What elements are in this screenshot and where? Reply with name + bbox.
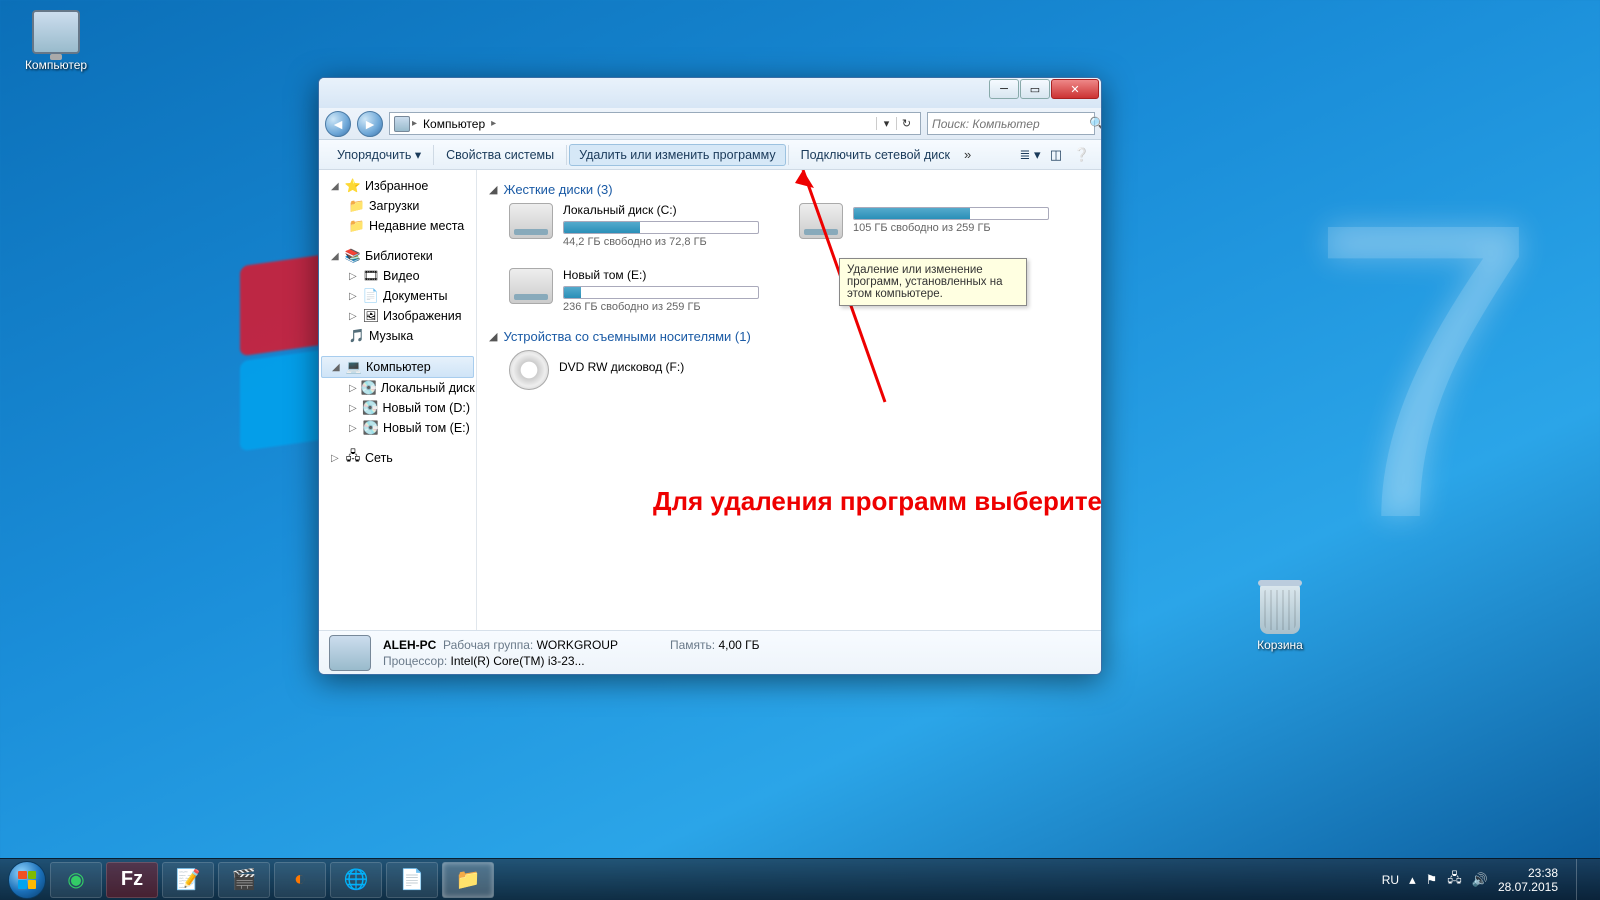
clock[interactable]: 23:38 28.07.2015 <box>1498 866 1558 894</box>
video-icon: 🎞 <box>363 268 379 284</box>
preview-pane-button[interactable]: ◫ <box>1045 144 1067 166</box>
dvd-icon <box>509 350 549 390</box>
tree-pictures[interactable]: ▷🖼Изображения <box>319 306 476 326</box>
language-indicator[interactable]: RU <box>1382 873 1399 887</box>
tree-computer[interactable]: ◢💻Компьютер <box>321 356 474 378</box>
tree-recent[interactable]: 📁Недавние места <box>319 216 476 236</box>
tooltip: Удаление или изменение программ, установ… <box>839 258 1027 306</box>
tree-libraries[interactable]: ◢📚Библиотеки <box>319 246 476 266</box>
capacity-bar <box>563 286 759 299</box>
tree-video[interactable]: ▷🎞Видео <box>319 266 476 286</box>
minimize-button[interactable]: ─ <box>989 79 1019 99</box>
explorer-window: ─ ▭ ✕ ◄ ► ▸ Компьютер ▸ ▾ ↻ 🔍 Упорядочит… <box>318 77 1102 675</box>
drive-e[interactable]: Новый том (E:) 236 ГБ свободно из 259 ГБ <box>509 268 759 313</box>
details-pane: ALEH-PC Рабочая группа: WORKGROUP Процес… <box>319 630 1101 674</box>
taskbar: ◉ Fz 📝 🎬 ◐ 🌐 📄 📁 RU ▴ ⚑ 🖧 🔊 23:38 28.07.… <box>0 858 1600 900</box>
taskbar-media[interactable]: 🎬 <box>218 862 270 898</box>
wallpaper-seven: 7 <box>1306 130 1540 613</box>
system-properties-button[interactable]: Свойства системы <box>436 144 564 166</box>
library-icon: 📚 <box>345 248 361 264</box>
recycle-bin-icon <box>1260 584 1300 634</box>
capacity-bar <box>853 207 1049 220</box>
address-bar[interactable]: ▸ Компьютер ▸ ▾ ↻ <box>389 112 921 135</box>
network-icon[interactable]: 🖧 <box>1447 869 1462 891</box>
desktop-icon-computer[interactable]: Компьютер <box>16 10 96 72</box>
nav-tree: ◢⭐Избранное 📁Загрузки 📁Недавние места ◢📚… <box>319 170 477 630</box>
system-tray: RU ▴ ⚑ 🖧 🔊 23:38 28.07.2015 <box>1382 859 1594 900</box>
star-icon: ⭐ <box>345 178 361 194</box>
drive-c[interactable]: Локальный диск (C:) 44,2 ГБ свободно из … <box>509 203 759 248</box>
view-options-button[interactable]: ≣ ▾ <box>1019 144 1041 166</box>
computer-icon <box>329 635 371 671</box>
picture-icon: 🖼 <box>363 308 379 324</box>
start-button[interactable] <box>6 859 48 900</box>
volume-icon[interactable]: 🔊 <box>1472 872 1488 888</box>
tree-documents[interactable]: ▷📄Документы <box>319 286 476 306</box>
music-icon: 🎵 <box>349 328 365 344</box>
annotation-text: Для удаления программ выберите <box>653 486 1101 517</box>
help-button[interactable]: ❔ <box>1071 144 1093 166</box>
network-icon: 🖧 <box>345 450 361 466</box>
close-button[interactable]: ✕ <box>1051 79 1099 99</box>
toolbar: Упорядочить ▾ Свойства системы Удалить и… <box>319 140 1101 170</box>
back-button[interactable]: ◄ <box>325 111 351 137</box>
taskbar-explorer[interactable]: 📁 <box>442 862 494 898</box>
drive-icon: 💽 <box>363 400 379 416</box>
section-removable[interactable]: ◢Устройства со съемными носителями (1) <box>489 325 1089 350</box>
toolbar-overflow-icon[interactable]: » <box>960 147 975 162</box>
tree-favorites[interactable]: ◢⭐Избранное <box>319 176 476 196</box>
drive-icon <box>509 203 553 239</box>
taskbar-notepad[interactable]: 📝 <box>162 862 214 898</box>
breadcrumb-computer[interactable]: Компьютер <box>419 117 489 131</box>
drive-icon <box>509 268 553 304</box>
uninstall-program-button[interactable]: Удалить или изменить программу <box>569 144 786 166</box>
computer-icon: 💻 <box>346 359 362 375</box>
tree-music[interactable]: 🎵Музыка <box>319 326 476 346</box>
nav-bar: ◄ ► ▸ Компьютер ▸ ▾ ↻ 🔍 <box>319 108 1101 140</box>
action-center-icon[interactable]: ⚑ <box>1426 872 1438 888</box>
drive-d[interactable]: 105 ГБ свободно из 259 ГБ <box>799 203 1049 248</box>
capacity-bar <box>563 221 759 234</box>
taskbar-app[interactable]: ◉ <box>50 862 102 898</box>
drive-icon <box>799 203 843 239</box>
folder-icon: 📁 <box>349 218 365 234</box>
desktop-icon-label: Корзина <box>1240 638 1320 652</box>
section-hard-disks[interactable]: ◢Жесткие диски (3) <box>489 178 1089 203</box>
breadcrumb-arrow-icon[interactable]: ▸ <box>489 118 498 129</box>
taskbar-filezilla[interactable]: Fz <box>106 862 158 898</box>
search-icon[interactable]: 🔍 <box>1089 116 1102 132</box>
search-input[interactable] <box>932 117 1089 131</box>
document-icon: 📄 <box>363 288 379 304</box>
computer-icon <box>394 116 410 132</box>
desktop-icon-recycle[interactable]: Корзина <box>1240 584 1320 652</box>
tree-drive-e[interactable]: ▷💽Новый том (E:) <box>319 418 476 438</box>
tree-downloads[interactable]: 📁Загрузки <box>319 196 476 216</box>
refresh-button[interactable]: ↻ <box>896 117 916 130</box>
taskbar-writer[interactable]: 📄 <box>386 862 438 898</box>
drive-dvd[interactable]: DVD RW дисковод (F:) <box>509 350 759 390</box>
taskbar-chrome[interactable]: 🌐 <box>330 862 382 898</box>
forward-button[interactable]: ► <box>357 111 383 137</box>
address-dropdown-icon[interactable]: ▾ <box>876 117 896 130</box>
drive-icon: 💽 <box>361 380 377 396</box>
map-drive-button[interactable]: Подключить сетевой диск <box>791 144 960 166</box>
desktop-icon-label: Компьютер <box>16 58 96 72</box>
breadcrumb-arrow-icon[interactable]: ▸ <box>410 118 419 129</box>
tree-drive-d[interactable]: ▷💽Новый том (D:) <box>319 398 476 418</box>
titlebar[interactable]: ─ ▭ ✕ <box>319 78 1101 108</box>
monitor-icon <box>32 10 80 54</box>
tree-drive-c[interactable]: ▷💽Локальный диск (C:) <box>319 378 476 398</box>
show-desktop-button[interactable] <box>1576 859 1588 900</box>
search-box[interactable]: 🔍 <box>927 112 1095 135</box>
taskbar-app2[interactable]: ◐ <box>274 862 326 898</box>
tree-network[interactable]: ▷🖧Сеть <box>319 448 476 468</box>
organize-button[interactable]: Упорядочить ▾ <box>327 143 431 166</box>
folder-icon: 📁 <box>349 198 365 214</box>
content-pane: ◢Жесткие диски (3) Локальный диск (C:) 4… <box>477 170 1101 630</box>
drive-icon: 💽 <box>363 420 379 436</box>
tray-up-icon[interactable]: ▴ <box>1409 872 1416 888</box>
maximize-button[interactable]: ▭ <box>1020 79 1050 99</box>
